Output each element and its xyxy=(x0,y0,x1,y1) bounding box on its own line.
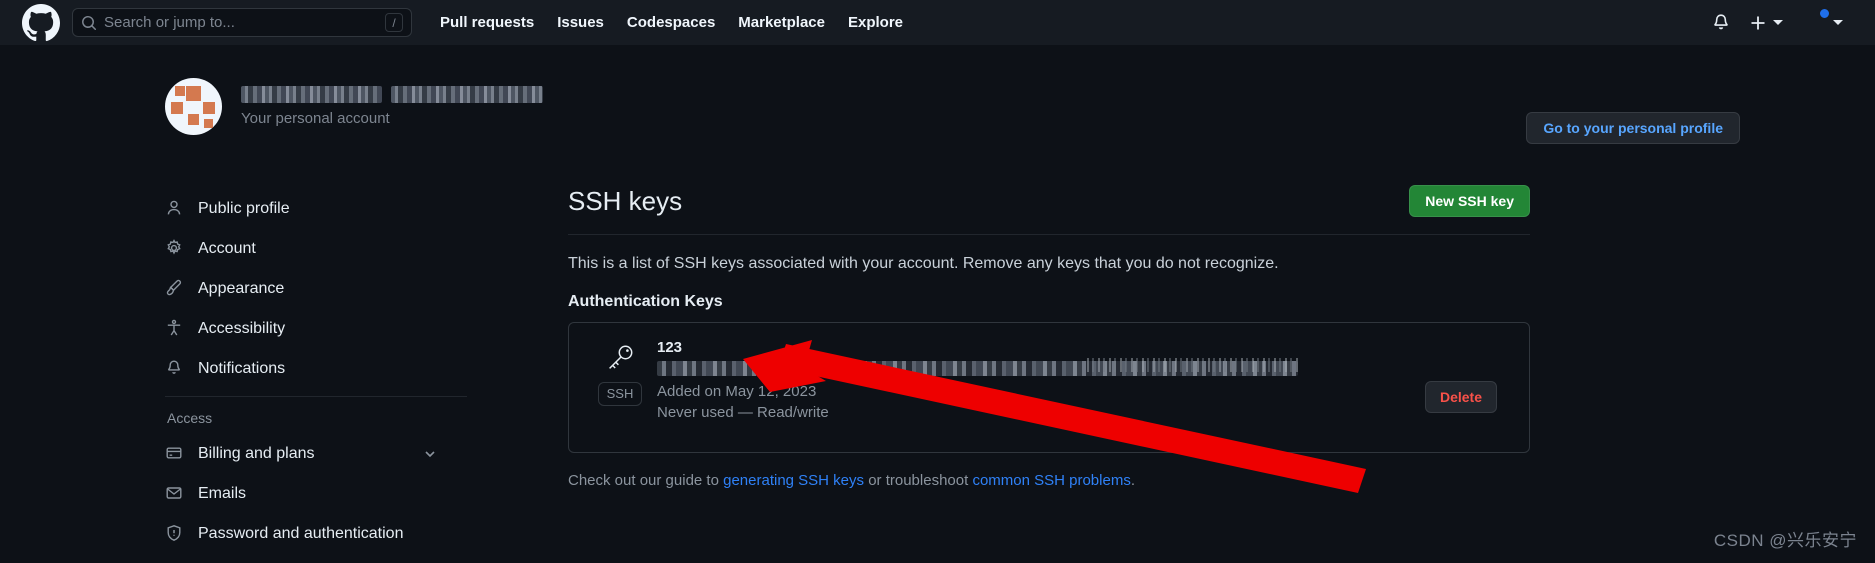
sidebar-item-account[interactable]: Account xyxy=(165,233,465,265)
link-common-ssh-problems[interactable]: common SSH problems xyxy=(972,472,1130,489)
sidebar-label: Billing and plans xyxy=(198,445,315,462)
search-placeholder: Search or jump to... xyxy=(104,14,235,31)
search-shortcut-key: / xyxy=(385,13,403,32)
username-redacted xyxy=(241,86,382,104)
link-generating-ssh-keys[interactable]: generating SSH keys xyxy=(723,472,864,489)
sidebar-item-appearance[interactable]: Appearance xyxy=(165,273,465,305)
sidebar-label: Account xyxy=(198,240,256,257)
ssh-badge: SSH xyxy=(597,382,643,407)
person-icon xyxy=(165,199,185,219)
mail-icon xyxy=(165,484,185,504)
shield-lock-icon xyxy=(165,524,185,544)
sidebar-item-accessibility[interactable]: Accessibility xyxy=(165,313,465,345)
page-header: SSH keys New SSH key xyxy=(568,185,1530,217)
nav-pull-requests[interactable]: Pull requests xyxy=(440,14,534,31)
nav-marketplace[interactable]: Marketplace xyxy=(738,14,825,31)
account-identity: Your personal account xyxy=(241,78,543,127)
sidebar-item-billing-and-plans[interactable]: Billing and plans xyxy=(165,438,465,470)
ssh-key-title: 123 xyxy=(657,339,683,356)
sidebar-label: Emails xyxy=(198,485,247,502)
sidebar-label: Accessibility xyxy=(198,320,286,337)
create-new-menu[interactable] xyxy=(1748,13,1783,33)
delete-ssh-key-button[interactable]: Delete xyxy=(1424,381,1497,413)
ssh-key-icon-column: SSH xyxy=(585,339,655,407)
footnote: Check out our guide to generating SSH ke… xyxy=(568,472,1530,489)
primary-nav: Pull requests Issues Codespaces Marketpl… xyxy=(440,14,903,31)
bell-icon[interactable] xyxy=(1711,13,1731,33)
section-title-authentication-keys: Authentication Keys xyxy=(568,293,723,310)
avatar xyxy=(1800,6,1831,37)
github-mark-icon[interactable] xyxy=(22,3,60,42)
ssh-key-card: SSH 123 Added on May 12, 2023 Never used… xyxy=(568,322,1530,453)
ssh-key-added-date: Added on May 12, 2023 xyxy=(657,383,817,400)
paintbrush-icon xyxy=(165,279,185,299)
header-actions xyxy=(1711,6,1853,37)
sidebar-item-notifications[interactable]: Notifications xyxy=(165,353,465,385)
key-icon xyxy=(605,343,635,373)
gear-icon xyxy=(165,239,185,259)
account-header: Your personal account xyxy=(165,78,543,135)
user-menu[interactable] xyxy=(1800,6,1843,37)
sidebar-label: Notifications xyxy=(198,360,286,377)
sidebar-item-emails[interactable]: Emails xyxy=(165,478,465,510)
blue-status-dot xyxy=(1818,6,1831,20)
bell-icon xyxy=(165,359,185,379)
sidebar-item-password-and-authentication[interactable]: Password and authentication xyxy=(165,518,465,550)
header-divider xyxy=(568,234,1530,235)
footnote-prefix: Check out our guide to xyxy=(568,472,724,489)
chevron-down-icon xyxy=(1833,20,1843,25)
account-name-line xyxy=(241,86,543,104)
chevron-down-icon xyxy=(1773,20,1783,25)
footnote-middle: or troubleshoot xyxy=(864,472,973,489)
account-subtitle: Your personal account xyxy=(241,110,390,127)
sidebar-item-public-profile[interactable]: Public profile xyxy=(165,193,465,225)
search-input[interactable]: Search or jump to... / xyxy=(72,8,412,37)
ssh-key-usage: Never used — Read/write xyxy=(657,404,829,421)
chevron-down-icon[interactable] xyxy=(423,447,437,461)
new-ssh-key-button[interactable]: New SSH key xyxy=(1409,185,1530,217)
ssh-key-details: 123 Added on May 12, 2023 Never used — R… xyxy=(655,339,1425,421)
sidebar-label: Appearance xyxy=(198,280,285,297)
credit-card-icon xyxy=(165,444,185,464)
accessibility-icon xyxy=(165,319,185,339)
page-description: This is a list of SSH keys associated wi… xyxy=(568,255,1279,272)
profile-avatar[interactable] xyxy=(165,78,222,135)
fullname-redacted xyxy=(391,86,543,104)
main-content: SSH keys New SSH key This is a list of S… xyxy=(568,185,1530,489)
sidebar-label: Password and authentication xyxy=(198,525,404,542)
sidebar-group-title-access: Access xyxy=(167,410,213,426)
sidebar-label: Public profile xyxy=(198,200,290,217)
nav-explore[interactable]: Explore xyxy=(848,14,903,31)
go-to-personal-profile-button[interactable]: Go to your personal profile xyxy=(1526,112,1740,144)
global-header: Search or jump to... / Pull requests Iss… xyxy=(0,0,1875,45)
ssh-key-fingerprint-redacted xyxy=(657,358,1299,376)
plus-icon xyxy=(1748,13,1768,33)
settings-sidebar: Public profile Account Appearance Access… xyxy=(165,193,467,558)
sidebar-divider xyxy=(165,396,467,397)
search-icon xyxy=(81,15,97,31)
nav-issues[interactable]: Issues xyxy=(557,14,604,31)
footnote-suffix: . xyxy=(1130,472,1135,489)
nav-codespaces[interactable]: Codespaces xyxy=(627,14,715,31)
page-title: SSH keys xyxy=(568,185,683,216)
watermark: CSDN @兴乐安宁 xyxy=(1713,531,1857,550)
